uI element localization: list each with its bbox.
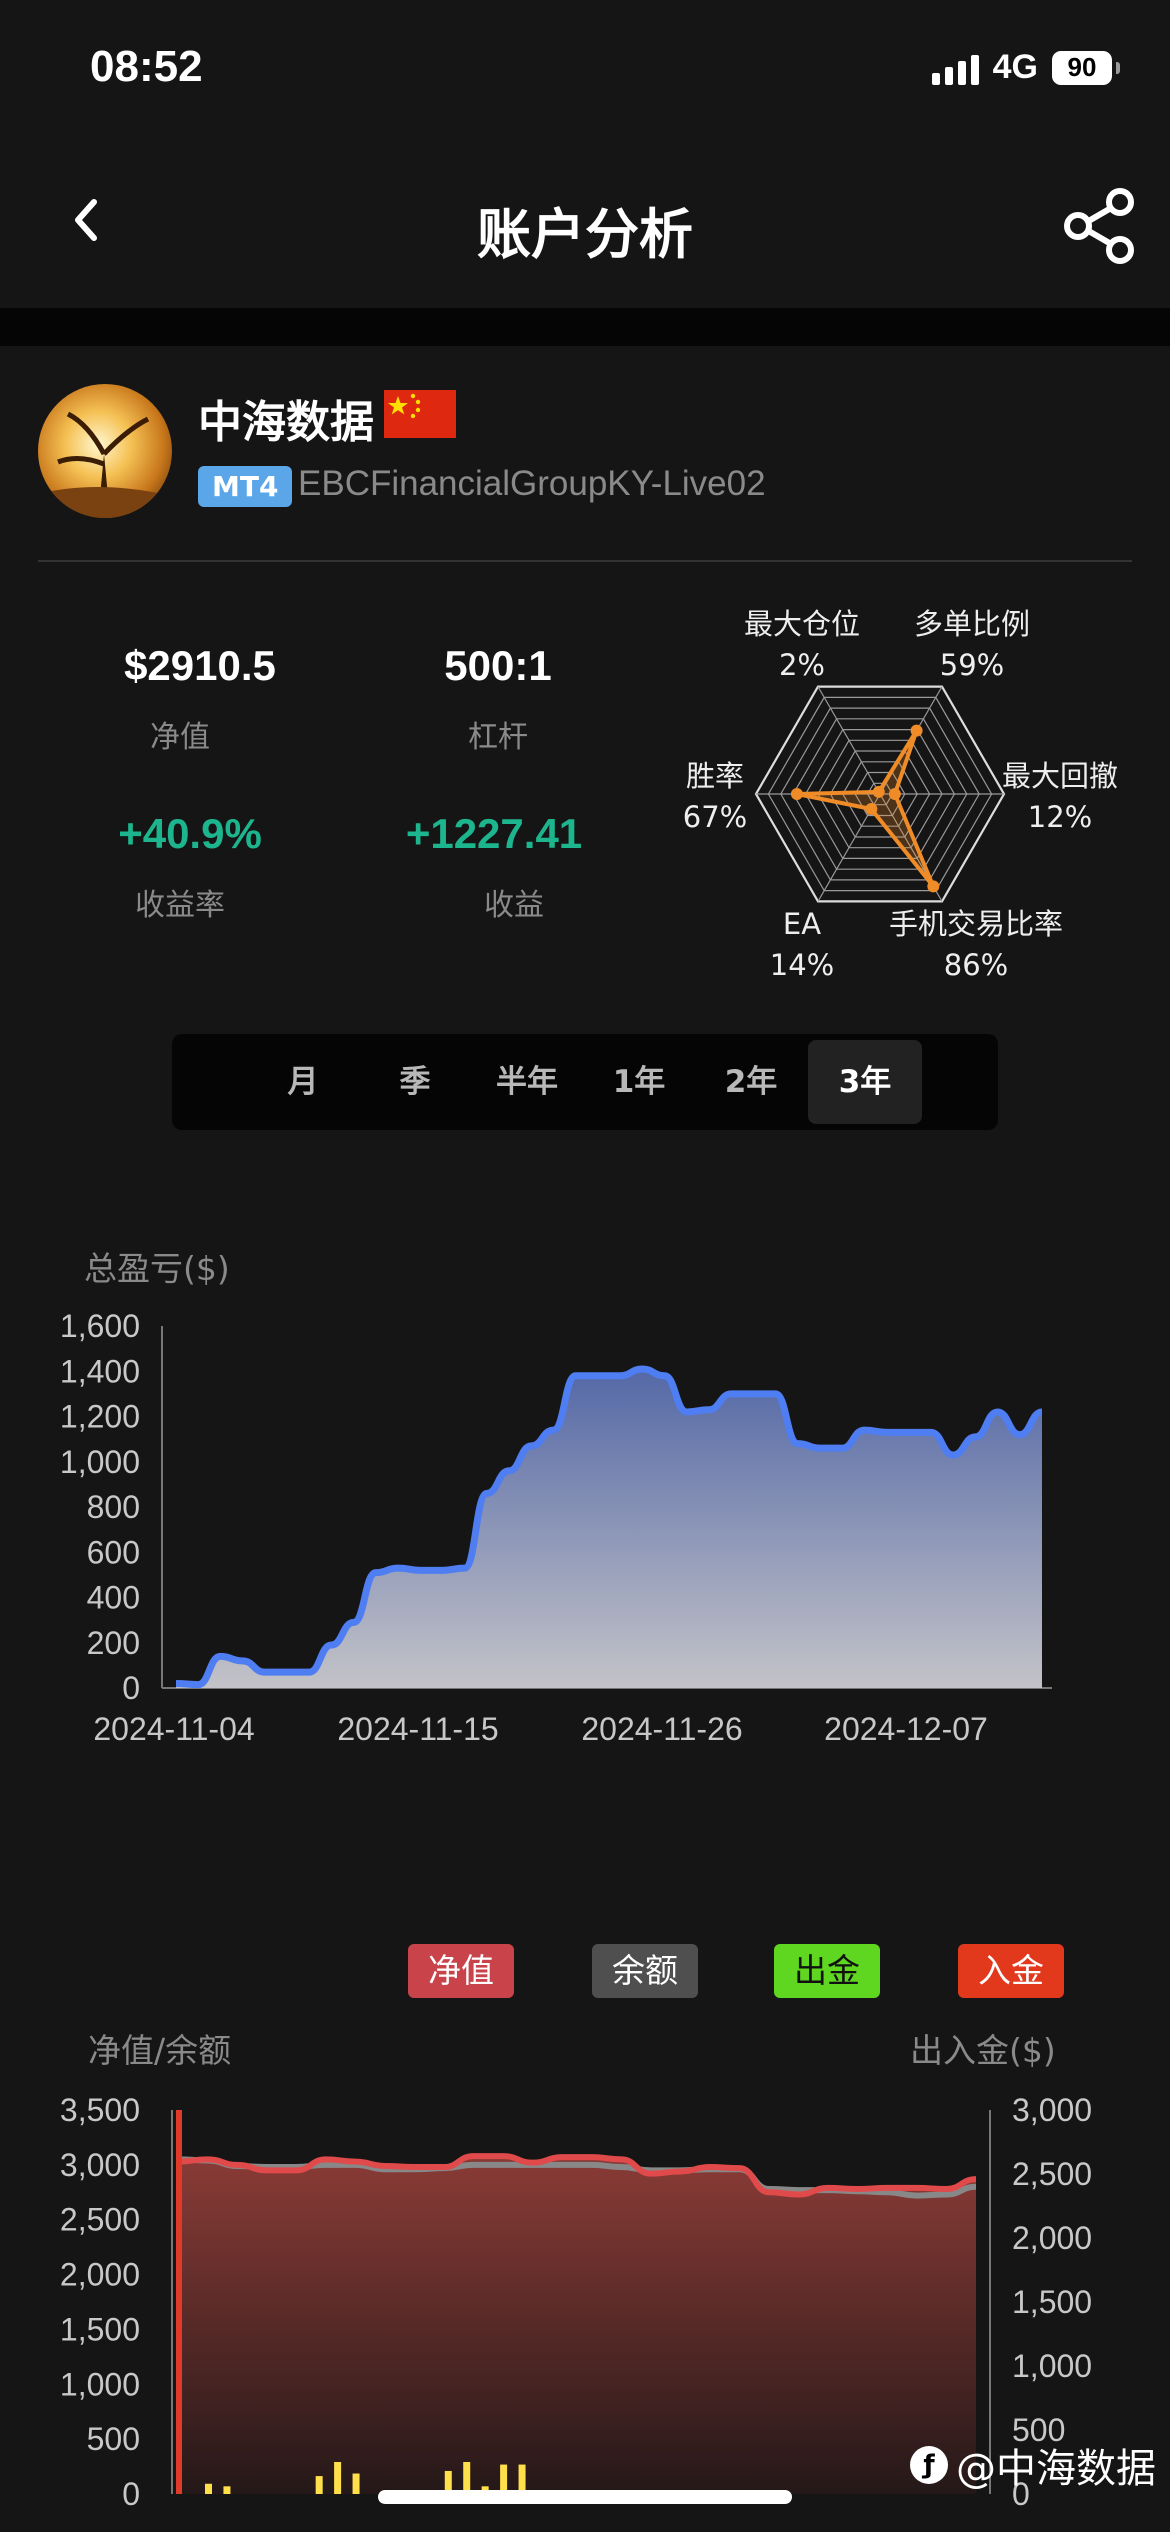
legend-deposit[interactable]: 入金 <box>958 1944 1064 1998</box>
leverage-value: 500:1 <box>444 642 552 689</box>
deposit-bar <box>176 2110 182 2494</box>
battery-icon: 90 <box>1052 50 1120 85</box>
pnl-y-tick-label: 1,400 <box>60 1353 140 1389</box>
battery-level: 90 <box>1067 52 1097 82</box>
equity-y-tick-label: 2,500 <box>60 2202 140 2238</box>
withdrawal-bar <box>223 2486 231 2494</box>
legend-balance[interactable]: 余额 <box>592 1944 698 1998</box>
pnl-x-tick-label: 2024-11-26 <box>581 1711 742 1747</box>
radar-point <box>927 880 940 893</box>
cashflow-y-tick-label: 2,000 <box>1012 2220 1092 2256</box>
legend-withdrawal[interactable]: 出金 <box>774 1944 880 1998</box>
status-time: 08:52 <box>90 42 203 91</box>
brand-logo-icon: ƒ <box>910 2446 948 2484</box>
pnl-y-tick-label: 1,600 <box>60 1308 140 1344</box>
legend-equity[interactable]: 净值 <box>408 1944 514 1998</box>
radar-point <box>790 788 803 800</box>
signal-icon <box>931 51 979 85</box>
radar-label-mobile-ratio: 手机交易比率 86% <box>888 907 1063 982</box>
platform-badge: MT4 <box>198 466 293 507</box>
cashflow-y-tick-label: 1,500 <box>1012 2284 1092 2320</box>
withdrawal-bar <box>352 2473 360 2494</box>
radar-label-win-rate: 胜率 67% <box>682 759 748 834</box>
pnl-y-tick-label: 800 <box>87 1489 140 1525</box>
return-rate-value: +40.9% <box>118 810 262 857</box>
radar-label-max-drawdown: 最大回撤 12% <box>1001 759 1118 834</box>
cashflow-y-tick-label: 1,000 <box>1012 2348 1092 2384</box>
equity-y-tick-label: 3,000 <box>60 2147 140 2183</box>
server-name: EBCFinancialGroupKY-Live02 <box>298 464 766 503</box>
network-label: 4G <box>992 48 1038 86</box>
avatar-image <box>38 384 172 518</box>
radar-point <box>872 785 885 798</box>
pnl-y-tick-label: 0 <box>122 1670 140 1706</box>
withdrawal-bar <box>315 2476 323 2494</box>
china-flag-icon <box>384 390 456 438</box>
tab-month[interactable]: 月 <box>246 1040 360 1124</box>
equity-y-tick-label: 1,000 <box>60 2366 140 2402</box>
radar-point <box>865 803 878 816</box>
share-icon[interactable] <box>1058 184 1142 268</box>
tab-1-year[interactable]: 1年 <box>582 1040 696 1124</box>
equity-y-tick-label: 0 <box>122 2476 140 2512</box>
profile-name: 中海数据 <box>198 397 374 448</box>
equity-y-tick-label: 2,000 <box>60 2257 140 2293</box>
leverage-label: 杠杆 <box>468 720 528 755</box>
equity-area-fill <box>178 2156 976 2494</box>
profile-divider <box>38 560 1132 562</box>
tab-quarter[interactable]: 季 <box>358 1040 472 1124</box>
status-indicators: 4G 90 <box>931 48 1120 87</box>
radar-point <box>888 788 901 800</box>
avatar[interactable] <box>38 384 172 518</box>
pnl-y-tick-label: 600 <box>87 1534 140 1570</box>
page-title: 账户分析 <box>477 203 693 266</box>
equity-label: 净值 <box>150 720 210 755</box>
pnl-y-tick-label: 1,000 <box>60 1444 140 1480</box>
watermark-text: @中海数据 <box>956 2446 1156 2492</box>
pnl-area-chart: 1,600 1,400 1,200 1,000 800 600 400 200 0 2024-11… <box>60 1308 1052 1747</box>
cashflow-y-tick-label: 2,500 <box>1012 2156 1092 2192</box>
pnl-x-tick-label: 2024-11-04 <box>93 1711 254 1747</box>
equity-y-tick-label: 1,500 <box>60 2311 140 2347</box>
equity-axis-title: 净值/余额 <box>88 2031 232 2070</box>
tab-3-year[interactable]: 3年 <box>808 1040 922 1124</box>
tab-2-year[interactable]: 2年 <box>694 1040 808 1124</box>
pnl-y-tick-label: 1,200 <box>60 1399 140 1435</box>
radar-label-long-ratio: 多单比例 59% <box>913 607 1030 682</box>
profit-value: +1227.41 <box>405 810 583 857</box>
pnl-x-tick-label: 2024-12-07 <box>824 1711 988 1747</box>
section-divider <box>0 308 1170 346</box>
pnl-axis-title: 总盈亏($) <box>84 1249 230 1288</box>
radar-point <box>910 724 923 737</box>
equity-y-tick-label: 3,500 <box>60 2092 140 2128</box>
return-rate-label: 收益率 <box>135 888 225 923</box>
pnl-x-tick-label: 2024-11-15 <box>337 1711 498 1747</box>
withdrawal-bar <box>205 2483 212 2494</box>
pnl-area-fill <box>176 1368 1042 1688</box>
profit-label: 收益 <box>484 888 544 923</box>
home-indicator <box>378 2490 792 2504</box>
equity-y-tick-label: 500 <box>87 2421 140 2457</box>
pnl-y-tick-label: 400 <box>87 1580 140 1616</box>
watermark: ƒ @中海数据 <box>910 2436 1156 2494</box>
equity-value: $2910.5 <box>124 642 276 689</box>
pnl-y-tick-label: 200 <box>87 1625 140 1661</box>
cashflow-y-tick-label: 3,000 <box>1012 2092 1092 2128</box>
cashflow-axis-title: 出入金($) <box>910 2031 1056 2070</box>
radar-label-max-position: 最大仓位 2% <box>743 607 860 682</box>
withdrawal-bar <box>334 2462 342 2494</box>
radar-label-ea: EA 14% <box>769 907 835 982</box>
tab-half-year[interactable]: 半年 <box>470 1040 584 1124</box>
radar-value-polygon <box>794 728 936 889</box>
